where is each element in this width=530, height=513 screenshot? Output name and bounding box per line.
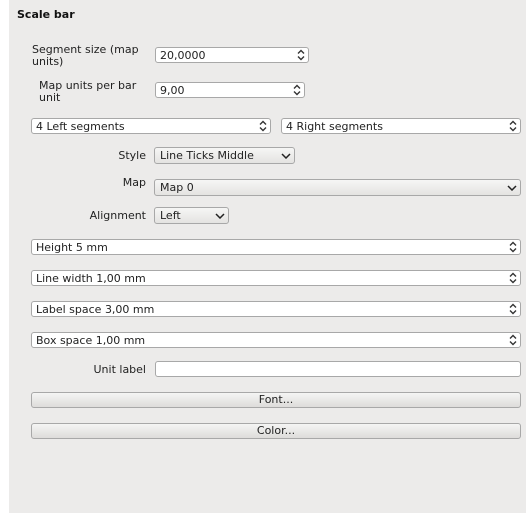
map-units-per-bar-spinbox[interactable]: 9,00	[155, 82, 305, 98]
map-value: Map 0	[160, 181, 194, 194]
style-label: Style	[118, 149, 146, 162]
label-space-spinbox[interactable]: Label space 3,00 mm	[31, 301, 521, 317]
up-down-arrows-icon[interactable]	[506, 333, 520, 347]
label-space-value: Label space 3,00 mm	[36, 302, 155, 316]
up-down-arrows-icon[interactable]	[506, 240, 520, 254]
up-down-arrows-icon[interactable]	[506, 302, 520, 316]
color-button[interactable]: Color...	[31, 423, 521, 439]
right-segments-value: 4 Right segments	[286, 119, 383, 133]
segment-size-label: Segment size (map units)	[32, 43, 139, 68]
right-segments-spinbox[interactable]: 4 Right segments	[281, 118, 521, 134]
line-width-spinbox[interactable]: Line width 1,00 mm	[31, 270, 521, 286]
box-space-value: Box space 1,00 mm	[36, 333, 146, 347]
up-down-arrows-icon[interactable]	[506, 271, 520, 285]
map-units-per-bar-label: Map units per bar unit	[39, 79, 137, 104]
style-dropdown[interactable]: Line Ticks Middle	[154, 147, 295, 164]
map-units-per-bar-value: 9,00	[160, 83, 185, 97]
box-space-spinbox[interactable]: Box space 1,00 mm	[31, 332, 521, 348]
height-spinbox[interactable]: Height 5 mm	[31, 239, 521, 255]
up-down-arrows-icon[interactable]	[290, 83, 304, 97]
alignment-dropdown[interactable]: Left	[154, 207, 229, 224]
left-segments-spinbox[interactable]: 4 Left segments	[31, 118, 271, 134]
segment-size-value: 20,0000	[160, 48, 206, 62]
chevron-down-icon	[504, 181, 520, 195]
segment-size-spinbox[interactable]: 20,0000	[155, 47, 309, 63]
left-segments-value: 4 Left segments	[36, 119, 125, 133]
unit-label-label: Unit label	[93, 363, 147, 376]
font-button[interactable]: Font...	[31, 392, 521, 408]
unit-label-input[interactable]	[155, 361, 521, 377]
style-value: Line Ticks Middle	[160, 149, 254, 162]
section-title: Scale bar	[17, 8, 75, 21]
chevron-down-icon	[212, 209, 228, 223]
up-down-arrows-icon[interactable]	[256, 119, 270, 133]
up-down-arrows-icon[interactable]	[506, 119, 520, 133]
alignment-value: Left	[160, 209, 181, 222]
line-width-value: Line width 1,00 mm	[36, 271, 146, 285]
chevron-down-icon	[278, 149, 294, 163]
map-dropdown[interactable]: Map 0	[154, 179, 521, 196]
map-label: Map	[122, 176, 146, 189]
height-value: Height 5 mm	[36, 240, 108, 254]
up-down-arrows-icon[interactable]	[294, 48, 308, 62]
alignment-label: Alignment	[89, 209, 146, 222]
